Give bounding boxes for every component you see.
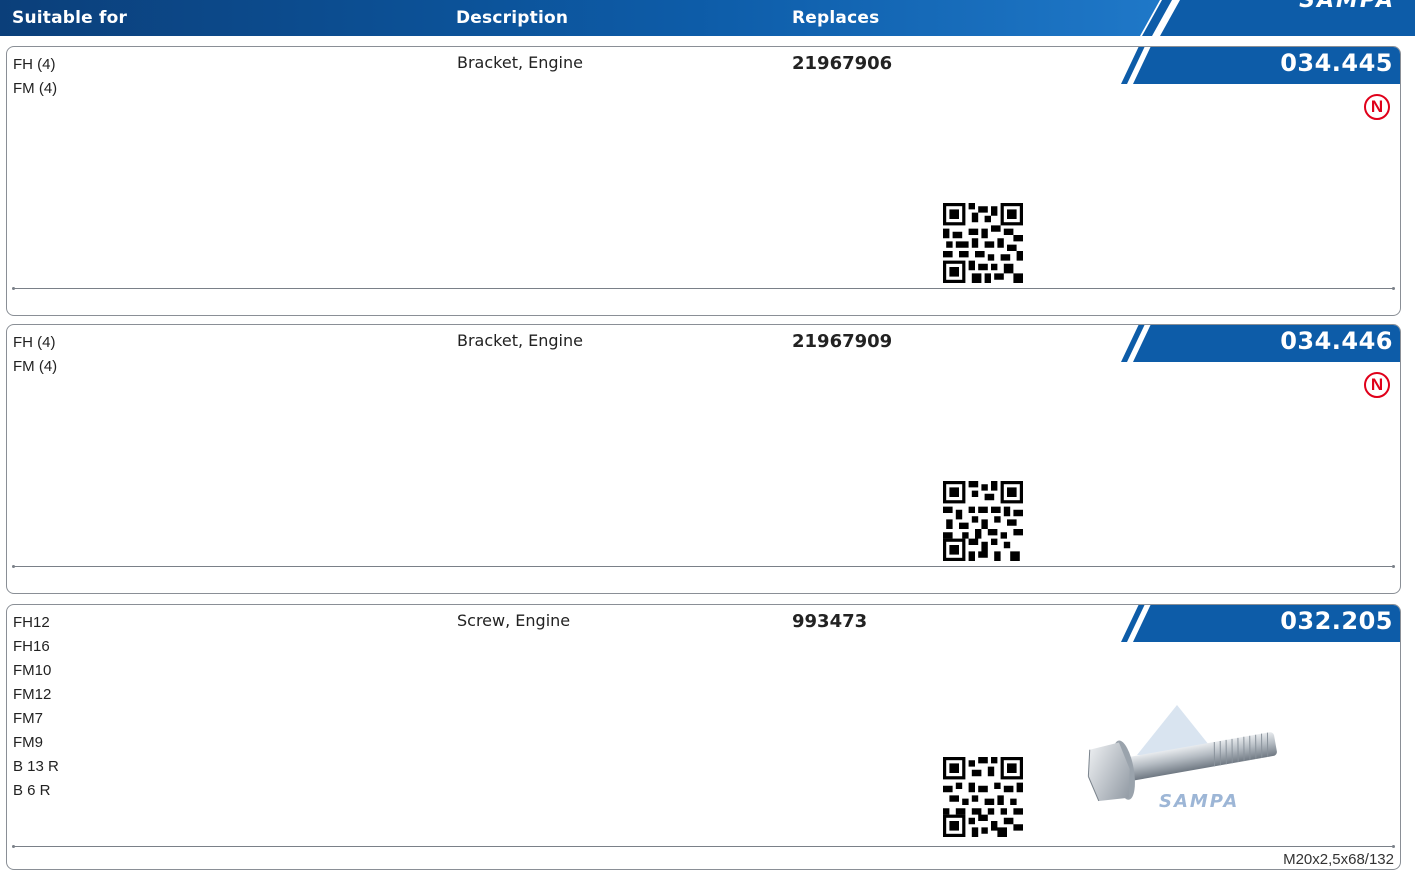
product-card[interactable]: FH12 FH16 FM10 FM12 FM7 FM9 B 13 R B 6 R… (6, 604, 1401, 870)
header-background (0, 0, 1415, 36)
application-item: FM12 (13, 686, 52, 703)
part-number-tab[interactable]: 034.445 (1111, 47, 1400, 84)
application-item: B 13 R (13, 758, 59, 775)
header-suitable-for: Suitable for (12, 8, 128, 28)
application-item: FH16 (13, 638, 50, 655)
applications-list: FH (4) FM (4) (13, 53, 57, 101)
applications-list: FH (4) FM (4) (13, 331, 57, 379)
product-description: Screw, Engine (457, 611, 571, 630)
replaces-number: 993473 (792, 611, 868, 632)
application-item: FM (4) (13, 358, 58, 375)
application-item: FM10 (13, 662, 52, 679)
table-header: Suitable for Description Replaces SAMPA (0, 0, 1415, 36)
part-number-tab[interactable]: 034.446 (1111, 325, 1400, 362)
divider-line (12, 287, 1395, 290)
replaces-number: 21967906 (792, 53, 893, 74)
application-item: FM9 (13, 734, 43, 751)
new-badge: N (1364, 372, 1390, 398)
divider-line (12, 565, 1395, 568)
bolt-image[interactable]: SAMPA (1067, 685, 1307, 835)
applications-list: FH12 FH16 FM10 FM12 FM7 FM9 B 13 R B 6 R (13, 611, 59, 803)
qr-code-icon (943, 203, 1023, 283)
part-number: 034.446 (1280, 327, 1393, 355)
application-item: FH (4) (13, 56, 56, 73)
replaces-number: 21967909 (792, 331, 893, 352)
qr-code-icon (943, 757, 1023, 837)
application-item: FH12 (13, 614, 50, 631)
application-item: B 6 R (13, 782, 51, 799)
product-description: Bracket, Engine (457, 53, 583, 72)
qr-code-icon (943, 481, 1023, 561)
part-number: 032.205 (1280, 607, 1393, 635)
dimensions-text: M20x2,5x68/132 (1283, 851, 1394, 868)
product-card[interactable]: FH (4) FM (4) Bracket, Engine 21967906 0… (6, 46, 1401, 316)
divider-line (12, 845, 1395, 848)
part-number-tab[interactable]: 032.205 (1111, 605, 1400, 642)
product-description: Bracket, Engine (457, 331, 583, 350)
header-description: Description (456, 8, 569, 28)
application-item: FH (4) (13, 334, 56, 351)
header-replaces: Replaces (792, 8, 880, 28)
new-badge: N (1364, 94, 1390, 120)
application-item: FM7 (13, 710, 43, 727)
product-card[interactable]: FH (4) FM (4) Bracket, Engine 21967909 0… (6, 324, 1401, 594)
brand-logo: SAMPA (1299, 0, 1395, 13)
image-watermark: SAMPA (1159, 791, 1239, 812)
part-number: 034.445 (1280, 49, 1393, 77)
application-item: FM (4) (13, 80, 58, 97)
